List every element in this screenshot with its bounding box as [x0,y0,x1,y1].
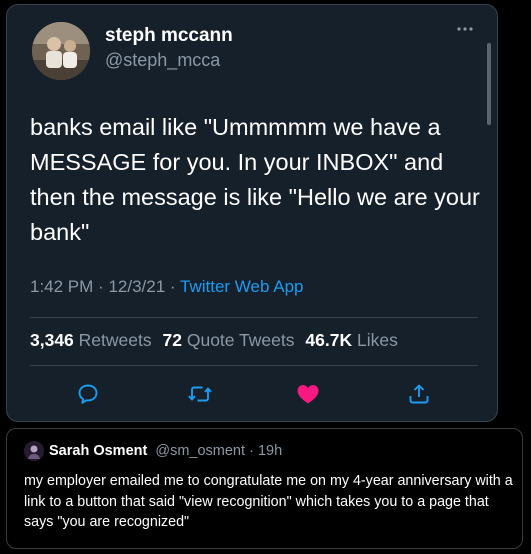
tweet-text: banks email like "Ummmmm we have a MESSA… [30,114,480,245]
display-name[interactable]: steph mccann [105,25,233,47]
retweets-label: Retweets [78,330,152,350]
quote-header: Sarah Osment @sm_osment · 19h [49,443,282,459]
tweet-meta: 1:42 PM · 12/3/21 · Twitter Web App [30,277,303,297]
avatar[interactable] [32,22,90,80]
scrollbar[interactable] [487,43,491,125]
quote-tweets-stat[interactable]: 72 Quote Tweets [163,330,295,350]
retweets-count: 3,346 [30,330,74,350]
quote-text: my employer emailed me to congratulate m… [24,473,513,530]
retweet-icon [188,386,212,402]
divider [30,317,478,318]
quote-handle[interactable]: @sm_osment [155,443,245,459]
meta-separator: · [98,277,104,296]
share-icon [409,384,429,404]
divider [30,365,478,366]
like-button[interactable] [291,377,325,411]
retweet-button[interactable] [183,377,217,411]
likes-label: Likes [356,330,398,350]
quote-display-name[interactable]: Sarah Osment [49,443,147,459]
quote-tweet-card[interactable]: Sarah Osment @sm_osment · 19h my employe… [6,428,523,549]
tweet-stats: 3,346 Retweets 72 Quote Tweets 46.7K Lik… [30,330,404,351]
meta-separator: · [169,277,176,296]
tweet-card: steph mccann @steph_mcca banks email lik… [6,4,498,422]
likes-stat[interactable]: 46.7K Likes [305,330,397,350]
tweet-date[interactable]: 12/3/21 [108,277,165,296]
tweet-source[interactable]: Twitter Web App [180,277,303,296]
quote-count: 72 [162,330,182,350]
likes-count: 46.7K [305,330,353,350]
retweets-stat[interactable]: 3,346 Retweets [30,330,152,350]
handle[interactable]: @steph_mcca [105,50,220,71]
quote-avatar[interactable] [24,441,44,461]
heart-icon [297,385,319,404]
quote-time[interactable]: 19h [258,443,282,459]
reply-button[interactable] [71,377,105,411]
quote-separator: · [249,443,254,459]
action-bar [7,377,497,411]
quote-avatar-photo [24,441,44,461]
avatar-photo [32,22,90,80]
reply-icon [78,384,98,404]
quote-label: Quote Tweets [186,330,295,350]
tweet-time[interactable]: 1:42 PM [30,277,93,296]
share-button[interactable] [402,377,436,411]
more-options-icon[interactable] [457,19,473,37]
